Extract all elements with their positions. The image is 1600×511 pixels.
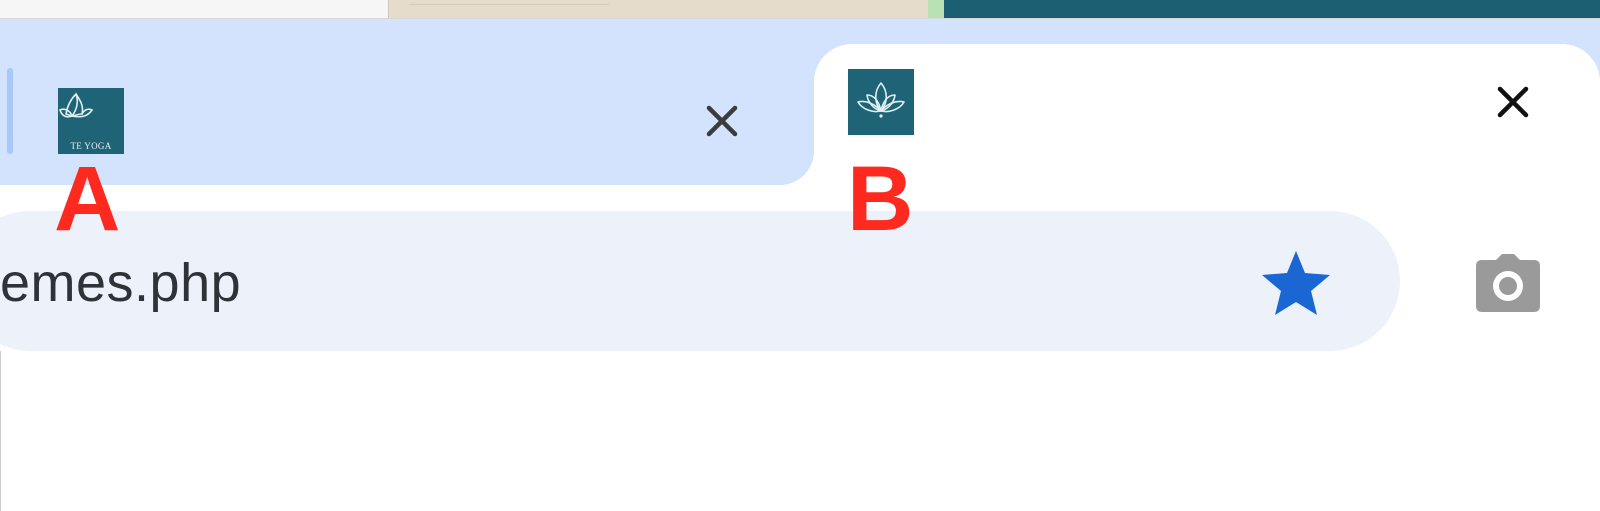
tab-active[interactable] (814, 44, 1600, 204)
camera-icon[interactable] (1476, 254, 1540, 312)
page-content-edge (0, 351, 1, 511)
close-icon (1497, 86, 1529, 118)
background-teal-panel (944, 0, 1600, 18)
tab-close-button[interactable] (700, 99, 744, 143)
lotus-yoga-favicon-icon (848, 69, 914, 135)
address-bar[interactable]: emes.php (0, 211, 1400, 351)
background-map-thumbnail (388, 0, 929, 18)
url-text[interactable]: emes.php (0, 255, 241, 311)
tab-title (948, 82, 1548, 122)
star-icon[interactable] (1260, 249, 1332, 317)
tab-inactive[interactable]: TE YOGA (0, 63, 814, 184)
browser-window: TE YOGA emes.php A B (0, 0, 1600, 511)
annotation-label-b: B (847, 148, 914, 250)
annotation-label-a: A (54, 148, 121, 250)
background-green-edge (928, 0, 944, 18)
tab-title (160, 101, 660, 141)
close-icon (706, 105, 738, 137)
lotus-yoga-favicon-icon: TE YOGA (58, 88, 124, 154)
tab-close-button[interactable] (1491, 80, 1535, 124)
background-window-strip (0, 0, 1600, 19)
